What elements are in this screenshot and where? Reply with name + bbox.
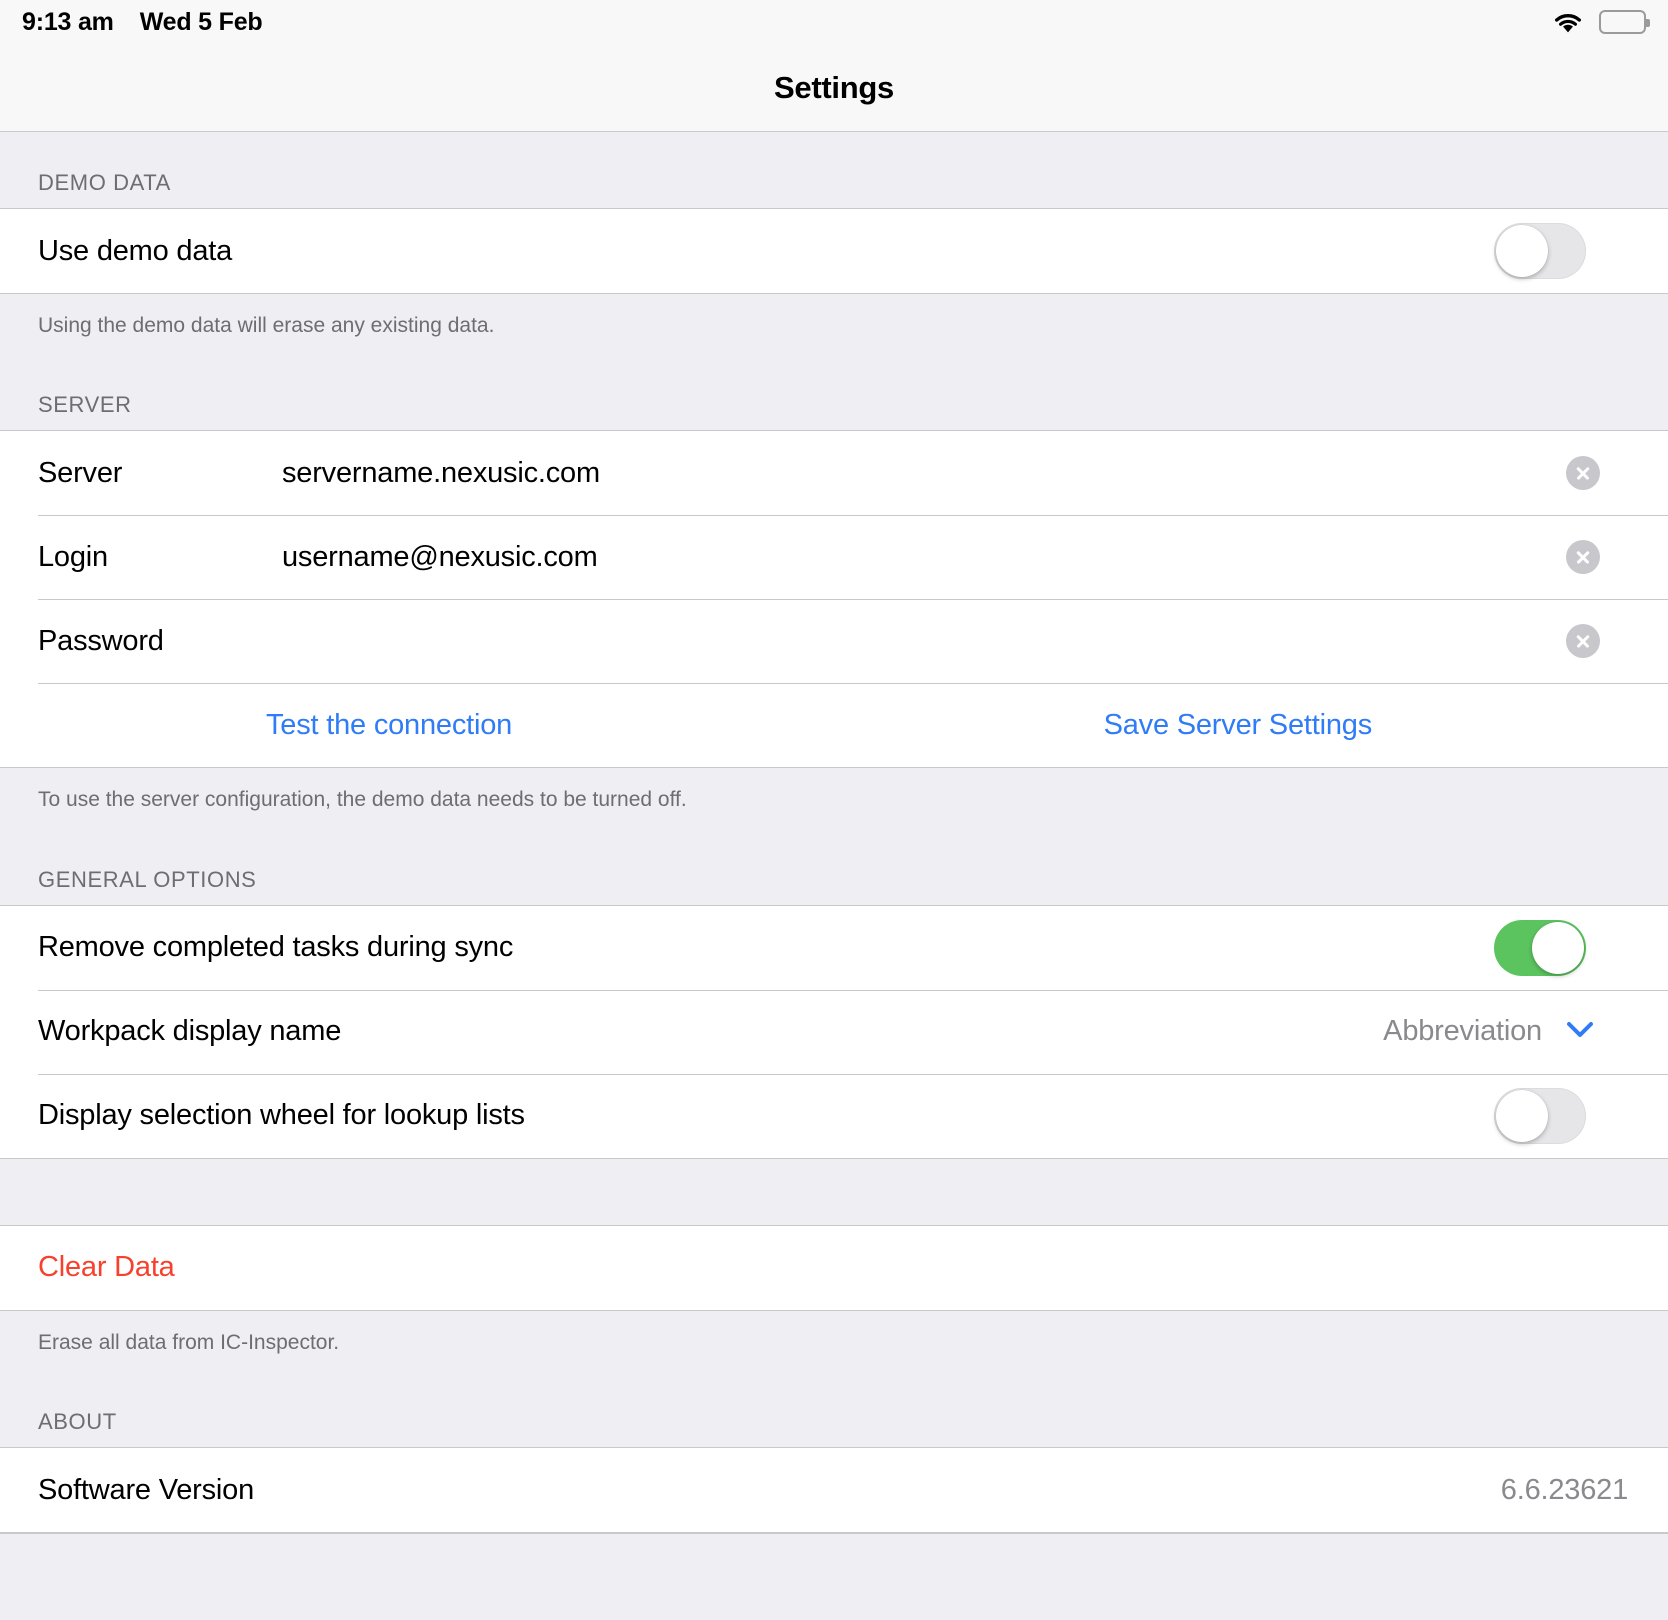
section-header-server: SERVER [0, 354, 1668, 431]
clear-circle-icon-password[interactable] [1566, 624, 1600, 659]
group-server: Server servername.nexusic.com Login user… [0, 430, 1668, 769]
settings-screen: 9:13 am Wed 5 Feb Settings DEMO DATA Use [0, 0, 1668, 1620]
row-server[interactable]: Server servername.nexusic.com [0, 431, 1668, 516]
clear-data-button[interactable]: Clear Data [38, 1251, 175, 1284]
remove-completed-tasks-label: Remove completed tasks during sync [38, 931, 514, 964]
status-bar-left: 9:13 am Wed 5 Feb [22, 7, 263, 37]
use-demo-data-toggle[interactable] [1494, 223, 1586, 279]
footer-server: To use the server configuration, the dem… [0, 768, 1668, 829]
use-demo-data-label: Use demo data [38, 234, 233, 267]
login-input[interactable]: username@nexusic.com [282, 541, 1566, 574]
remove-completed-tasks-toggle[interactable] [1494, 919, 1586, 976]
server-input[interactable]: servername.nexusic.com [282, 457, 1566, 490]
clear-circle-icon-login[interactable] [1566, 540, 1600, 575]
page-title: Settings [774, 69, 894, 105]
wifi-icon [1551, 9, 1585, 35]
software-version-value: 6.6.23621 [1500, 1473, 1628, 1506]
row-software-version: Software Version 6.6.23621 [0, 1448, 1668, 1533]
display-selection-wheel-toggle[interactable] [1494, 1087, 1586, 1144]
section-header-demo-data: DEMO DATA [0, 132, 1668, 208]
row-workpack-display-name[interactable]: Workpack display name Abbreviation [0, 989, 1668, 1074]
row-remove-completed-tasks[interactable]: Remove completed tasks during sync [0, 905, 1668, 990]
footer-demo-data: Using the demo data will erase any exist… [0, 294, 1668, 355]
software-version-label: Software Version [38, 1473, 255, 1506]
row-use-demo-data[interactable]: Use demo data [0, 209, 1668, 293]
status-bar: 9:13 am Wed 5 Feb [0, 0, 1668, 44]
password-label: Password [38, 624, 164, 657]
workpack-display-name-value: Abbreviation [1383, 1015, 1542, 1048]
status-date: Wed 5 Feb [139, 7, 263, 36]
row-password[interactable]: Password [0, 599, 1668, 684]
table-tail [0, 1533, 1668, 1535]
navigation-bar: Settings [0, 44, 1668, 132]
status-bar-right [1551, 9, 1650, 35]
row-clear-data[interactable]: Clear Data [0, 1225, 1668, 1310]
group-about: Software Version 6.6.23621 [0, 1447, 1668, 1534]
display-selection-wheel-label: Display selection wheel for lookup lists [38, 1099, 525, 1132]
row-display-selection-wheel[interactable]: Display selection wheel for lookup lists [0, 1073, 1668, 1158]
group-general-options: Remove completed tasks during sync Workp… [0, 904, 1668, 1159]
chevron-down-icon[interactable] [1542, 1011, 1630, 1052]
save-server-settings-button[interactable]: Save Server Settings [1104, 709, 1373, 742]
login-label: Login [38, 540, 108, 573]
battery-icon [1599, 10, 1650, 34]
group-demo-data: Use demo data [0, 208, 1668, 294]
group-clear-data: Clear Data [0, 1224, 1668, 1311]
clear-circle-icon-server[interactable] [1566, 456, 1600, 491]
server-label: Server [38, 456, 123, 489]
row-login[interactable]: Login username@nexusic.com [0, 515, 1668, 600]
section-header-about: ABOUT [0, 1371, 1668, 1448]
test-connection-button[interactable]: Test the connection [266, 709, 512, 742]
settings-table: DEMO DATA Use demo data Using the demo d… [0, 132, 1668, 1620]
workpack-display-name-label: Workpack display name [38, 1015, 342, 1048]
status-time: 9:13 am [22, 7, 114, 36]
row-server-actions: Test the connection Save Server Settings [0, 683, 1668, 768]
section-gap [0, 1158, 1668, 1225]
footer-clear-data: Erase all data from IC-Inspector. [0, 1310, 1668, 1372]
section-header-general-options: GENERAL OPTIONS [0, 828, 1668, 905]
